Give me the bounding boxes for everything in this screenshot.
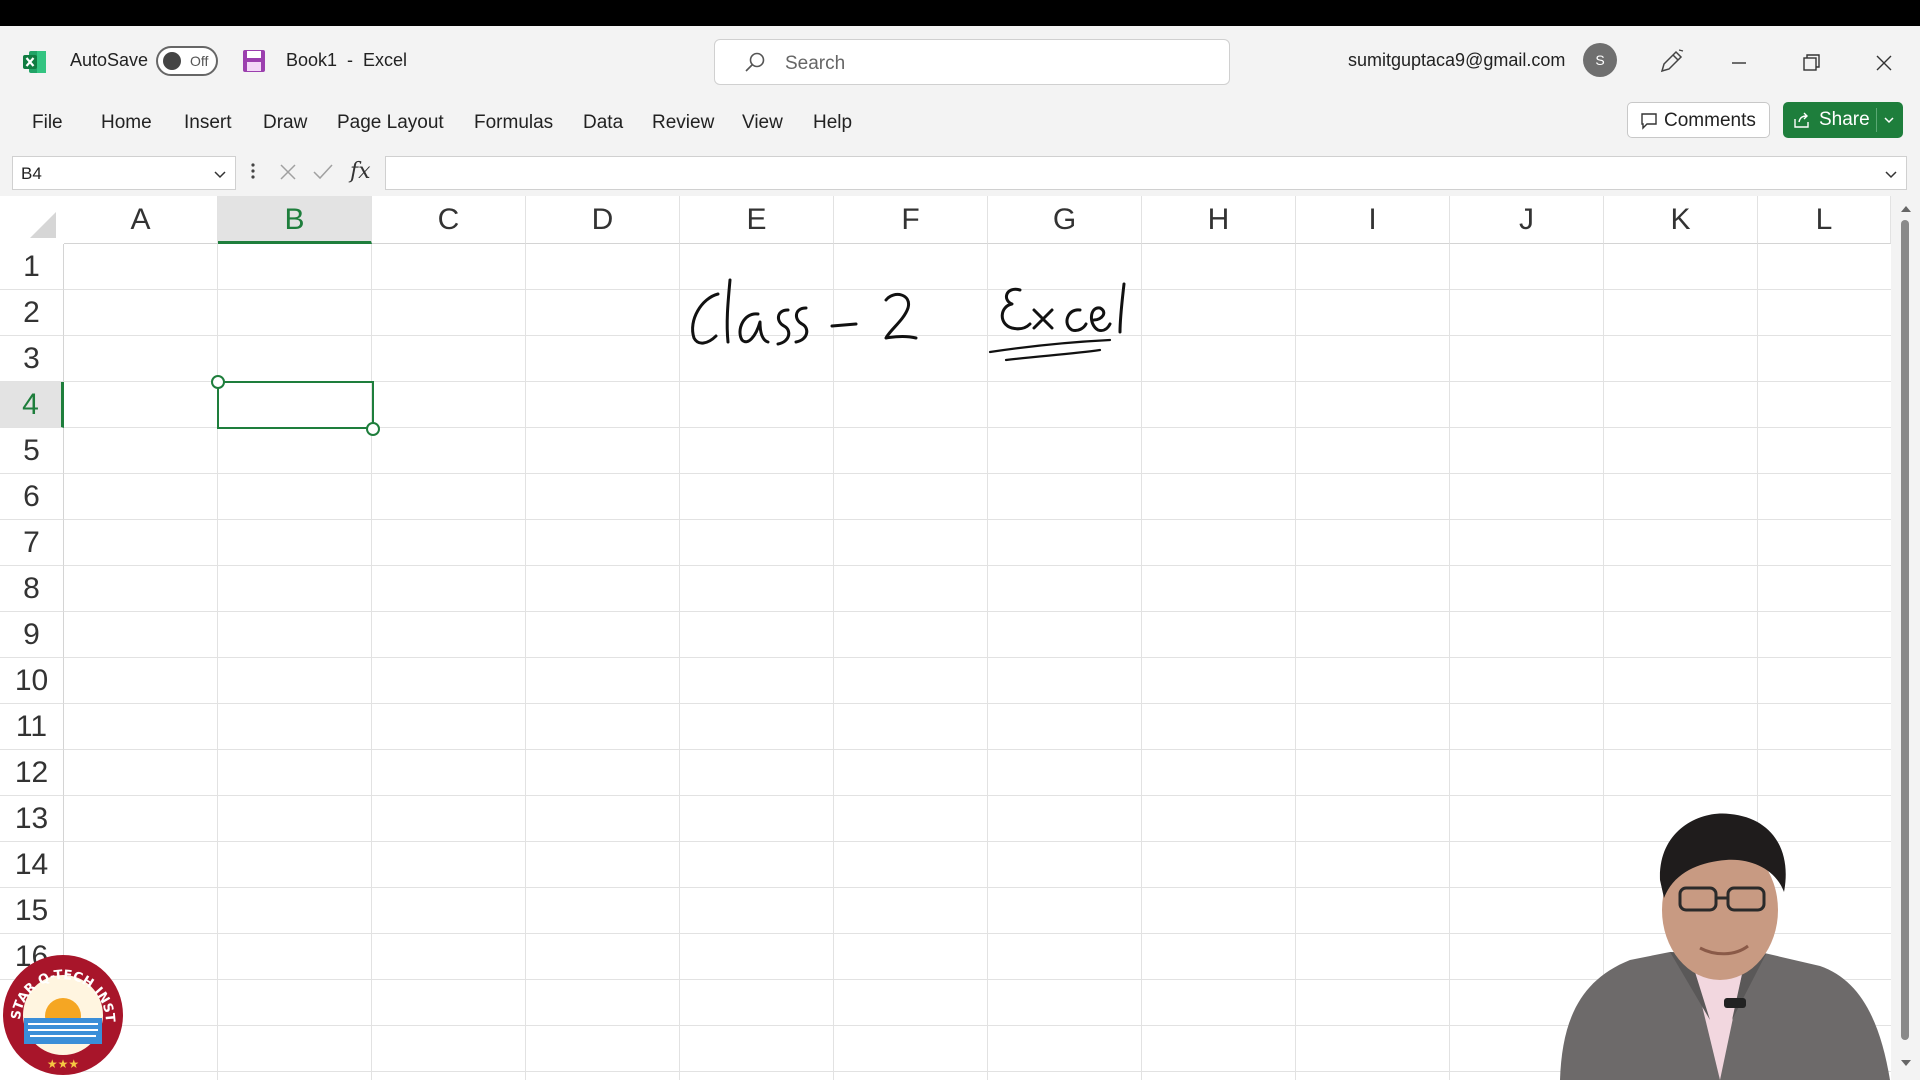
column-header[interactable]: F <box>834 196 988 244</box>
enter-check-icon[interactable] <box>311 160 335 184</box>
selected-cell-b4[interactable] <box>217 381 374 429</box>
comment-icon <box>1641 113 1657 130</box>
autosave-state: Off <box>190 53 209 69</box>
avatar[interactable]: S <box>1583 43 1617 77</box>
column-header[interactable]: I <box>1296 196 1450 244</box>
screen-top-edge <box>0 0 1920 26</box>
document-title: Book1 - Excel <box>286 50 408 70</box>
tab-page-layout[interactable]: Page Layout <box>337 112 444 134</box>
chevron-down-icon[interactable] <box>1882 165 1900 183</box>
account-email[interactable]: sumitguptaca9@gmail.com <box>1348 50 1565 71</box>
row-header[interactable]: 10 <box>0 658 64 704</box>
more-options-icon[interactable] <box>249 158 257 184</box>
cancel-icon[interactable] <box>276 160 300 184</box>
title-bar: AutoSave Off Book1 - Excel Search sumitg… <box>0 26 1920 98</box>
insert-function-icon[interactable]: fx <box>350 160 374 184</box>
column-header[interactable]: E <box>680 196 834 244</box>
column-header[interactable]: B <box>218 196 372 244</box>
scroll-up-icon[interactable] <box>1899 202 1913 216</box>
ribbon-tabs: File Home Insert Draw Page Layout Formul… <box>0 98 1920 146</box>
row-header[interactable]: 4 <box>0 382 64 428</box>
row-header[interactable]: 12 <box>0 750 64 796</box>
svg-text:★★★: ★★★ <box>47 1057 79 1071</box>
row-header[interactable]: 8 <box>0 566 64 612</box>
column-header[interactable]: L <box>1758 196 1891 244</box>
row-header[interactable]: 5 <box>0 428 64 474</box>
column-header[interactable]: J <box>1450 196 1604 244</box>
row-header[interactable]: 15 <box>0 888 64 934</box>
name-box[interactable]: B4 <box>12 156 236 190</box>
comments-label: Comments <box>1664 110 1756 131</box>
row-header[interactable]: 2 <box>0 290 64 336</box>
handwritten-annotation <box>691 278 1126 362</box>
close-icon[interactable] <box>1867 46 1901 80</box>
formula-bar: B4 fx <box>0 146 1920 196</box>
institute-logo: STAR Q-TECH INSTITUTE ★★★ <box>0 952 123 1075</box>
column-header[interactable]: C <box>372 196 526 244</box>
tab-formulas[interactable]: Formulas <box>474 112 553 134</box>
autosave-label: AutoSave <box>70 50 149 70</box>
row-header[interactable]: 1 <box>0 244 64 290</box>
column-header[interactable]: H <box>1142 196 1296 244</box>
select-all-corner[interactable] <box>0 196 64 244</box>
share-button[interactable]: Share <box>1783 102 1903 138</box>
comments-button[interactable]: Comments <box>1627 102 1770 138</box>
row-header[interactable]: 6 <box>0 474 64 520</box>
row-header[interactable]: 11 <box>0 704 64 750</box>
row-header[interactable]: 13 <box>0 796 64 842</box>
column-header[interactable]: D <box>526 196 680 244</box>
presenter-video-overlay <box>1560 813 1890 1080</box>
search-icon <box>745 52 765 72</box>
tab-data[interactable]: Data <box>583 112 623 134</box>
search-input[interactable]: Search <box>714 39 1230 85</box>
column-header[interactable]: G <box>988 196 1142 244</box>
restore-icon[interactable] <box>1794 46 1828 80</box>
autosave-toggle[interactable]: Off <box>156 46 218 76</box>
scrollbar-thumb[interactable] <box>1901 220 1909 1040</box>
share-icon <box>1794 112 1809 128</box>
tab-file[interactable]: File <box>32 112 63 134</box>
row-header[interactable]: 3 <box>0 336 64 382</box>
tab-review[interactable]: Review <box>652 112 714 134</box>
formula-input[interactable] <box>385 156 1907 190</box>
pen-icon[interactable] <box>1657 48 1685 76</box>
scroll-down-icon[interactable] <box>1899 1056 1913 1070</box>
tab-insert[interactable]: Insert <box>184 112 232 134</box>
save-icon[interactable] <box>241 48 267 74</box>
column-header[interactable]: A <box>64 196 218 244</box>
selection-handle-top-left[interactable] <box>211 375 225 389</box>
tab-draw[interactable]: Draw <box>263 112 307 134</box>
tab-help[interactable]: Help <box>813 112 852 134</box>
row-header[interactable]: 14 <box>0 842 64 888</box>
name-box-value: B4 <box>21 164 42 183</box>
chevron-down-icon[interactable] <box>1881 112 1897 128</box>
select-all-triangle-icon <box>30 212 56 238</box>
toggle-knob <box>163 52 181 70</box>
minimize-icon[interactable] <box>1722 46 1756 80</box>
search-placeholder: Search <box>785 53 846 74</box>
row-header[interactable]: 9 <box>0 612 64 658</box>
selection-handle-bottom-right[interactable] <box>366 422 380 436</box>
tab-home[interactable]: Home <box>101 112 152 134</box>
tab-view[interactable]: View <box>742 112 783 134</box>
excel-logo-icon <box>23 51 46 73</box>
share-label: Share <box>1819 109 1870 130</box>
column-header[interactable]: K <box>1604 196 1758 244</box>
row-header[interactable]: 7 <box>0 520 64 566</box>
chevron-down-icon[interactable] <box>211 165 229 183</box>
share-divider <box>1876 108 1877 132</box>
